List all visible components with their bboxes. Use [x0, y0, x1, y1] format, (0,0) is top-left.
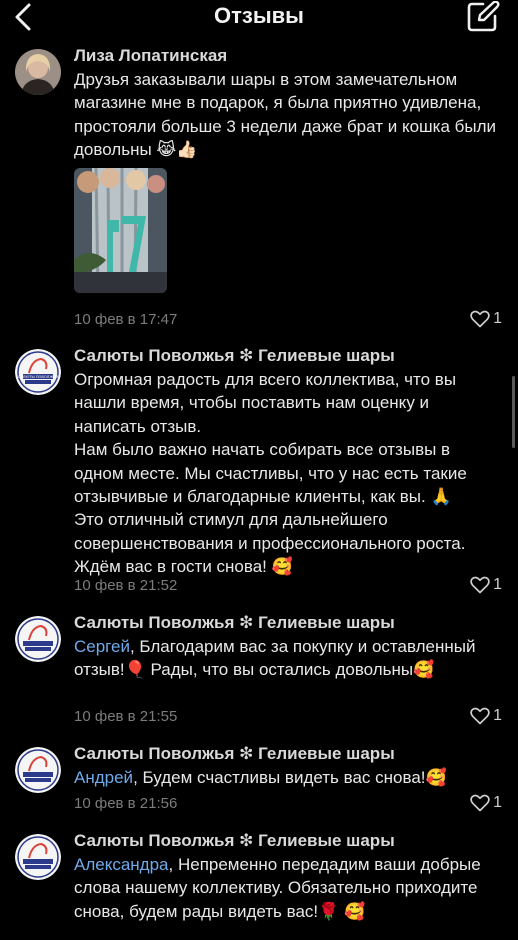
heart-icon [470, 310, 490, 328]
heart-icon [470, 707, 490, 725]
logo-text: САЛЮТЫ ПОВОЛЖЬЯ [18, 375, 59, 379]
heart-icon [470, 576, 490, 594]
comment-text: Александра, Непременно передадим ваши до… [74, 853, 504, 923]
reply-mention[interactable]: Александра [74, 855, 169, 874]
reply-mention[interactable]: Андрей [74, 768, 133, 787]
comment-author[interactable]: Салюты Поволжья ❇ Гелиевые шары [74, 744, 395, 764]
user-avatar[interactable] [15, 49, 61, 95]
shop-avatar[interactable]: САЛЮТЫ ПОВОЛЖЬЯ [15, 349, 61, 395]
comment-paragraph: Нам было важно начать собирать все отзыв… [74, 440, 467, 507]
reply-text: , Будем счастливы видеть вас снова!🥰 [133, 768, 447, 787]
shop-avatar[interactable] [15, 747, 61, 793]
shop-avatar[interactable] [15, 616, 61, 662]
like-button[interactable]: 1 [470, 576, 502, 594]
comment-date: 10 фев в 21:52 [74, 577, 178, 594]
comment-author[interactable]: Салюты Поволжья ❇ Гелиевые шары [74, 613, 395, 633]
top-bar: Отзывы [0, 0, 518, 36]
scrollbar[interactable] [512, 376, 515, 448]
like-count: 1 [493, 576, 502, 593]
comment-date: 10 фев в 17:47 [74, 311, 178, 328]
comment-author[interactable]: Салюты Поволжья ❇ Гелиевые шары [74, 831, 395, 851]
comment-text: Сергей, Благодарим вас за покупку и оста… [74, 635, 504, 682]
like-count: 1 [493, 794, 502, 811]
like-count: 1 [493, 310, 502, 327]
comment-date: 10 фев в 21:55 [74, 708, 178, 725]
comment-date: 10 фев в 21:56 [74, 795, 178, 812]
page-title: Отзывы [214, 3, 304, 28]
attached-photo[interactable] [74, 168, 167, 293]
reply-text: , Благодарим вас за покупку и оставленны… [74, 637, 476, 680]
comment-author[interactable]: Салюты Поволжья ❇ Гелиевые шары [74, 346, 395, 366]
like-button[interactable]: 1 [470, 310, 502, 328]
comment-paragraph: Это отличный стимул для дальнейшего сове… [74, 510, 466, 577]
like-count: 1 [493, 707, 502, 724]
heart-icon [470, 794, 490, 812]
comment-text: Андрей, Будем счастливы видеть вас снова… [74, 766, 504, 789]
comment-text: Друзья заказывали шары в этом замечатель… [74, 70, 497, 160]
like-button[interactable]: 1 [470, 707, 502, 725]
comment-author[interactable]: Лиза Лопатинская [74, 46, 227, 66]
reply-mention[interactable]: Сергей [74, 637, 130, 656]
comment-text: Огромная радость для всего коллектива, ч… [74, 368, 504, 579]
comment-paragraph: Огромная радость для всего коллектива, ч… [74, 370, 457, 436]
like-button[interactable]: 1 [470, 794, 502, 812]
compose-icon[interactable] [466, 1, 500, 33]
shop-avatar[interactable] [15, 834, 61, 880]
